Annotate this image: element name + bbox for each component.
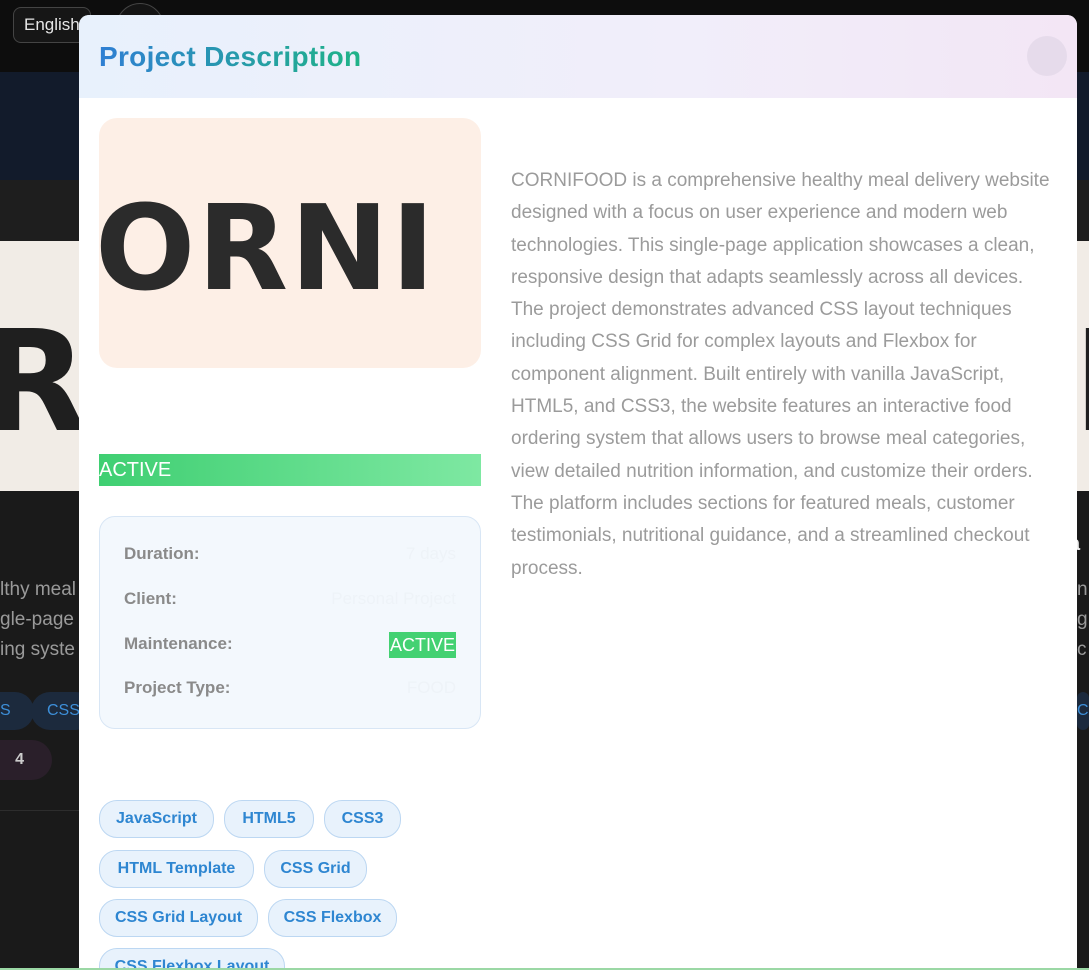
project-type-label: Project Type: xyxy=(124,678,231,697)
background-counter-badge: 4 xyxy=(0,740,52,780)
detail-row-client: Client: Personal Project xyxy=(124,589,456,615)
duration-value: 7 days xyxy=(405,544,456,563)
tag-css-flexbox-layout[interactable]: CSS Flexbox Layout xyxy=(99,948,285,970)
detail-row-type: Project Type: FOOD xyxy=(124,678,456,704)
detail-row-maintenance: Maintenance: ACTIVE xyxy=(124,632,456,660)
maintenance-label: Maintenance: xyxy=(124,634,233,653)
tag-css-grid[interactable]: CSS Grid xyxy=(264,850,367,888)
tag-css3[interactable]: CSS3 xyxy=(324,800,401,838)
maintenance-status-badge: ACTIVE xyxy=(388,632,456,658)
client-value: Personal Project xyxy=(331,589,456,608)
background-card-text: lthy meal gle-page ing syste xyxy=(0,579,77,660)
tag-html-template[interactable]: HTML Template xyxy=(99,850,254,888)
duration-label: Duration: xyxy=(124,544,200,563)
project-type-value: FOOD xyxy=(406,678,456,697)
background-tag: S xyxy=(0,692,34,730)
close-button[interactable] xyxy=(1027,36,1067,76)
modal-title: Project Description xyxy=(99,41,362,72)
tag-html5[interactable]: HTML5 xyxy=(224,800,314,838)
status-badge: ACTIVE xyxy=(99,454,481,486)
client-label: Client: xyxy=(124,589,177,608)
background-card-image: RI xyxy=(0,241,79,491)
modal-header: Project Description xyxy=(79,15,1077,98)
project-details-card: Duration: 7 days Client: Personal Projec… xyxy=(99,516,481,729)
tag-javascript[interactable]: JavaScript xyxy=(99,800,214,838)
background-card-image-right: R xyxy=(1077,241,1089,491)
project-description-text: CORNIFOOD is a comprehensive healthy mea… xyxy=(511,170,1050,579)
project-logo: ORNI xyxy=(99,179,437,317)
detail-row-duration: Duration: 7 days xyxy=(124,544,456,570)
background-card-text-right: n g c xyxy=(1077,579,1088,660)
background-tag-right: C xyxy=(1077,692,1089,730)
tag-css-flexbox[interactable]: CSS Flexbox xyxy=(268,899,397,937)
background-divider xyxy=(0,810,79,811)
tag-css-grid-layout[interactable]: CSS Grid Layout xyxy=(99,899,258,937)
project-image: ORNI xyxy=(99,118,481,368)
project-modal: Project Description ORNI ACTIVE Duration… xyxy=(79,15,1077,970)
